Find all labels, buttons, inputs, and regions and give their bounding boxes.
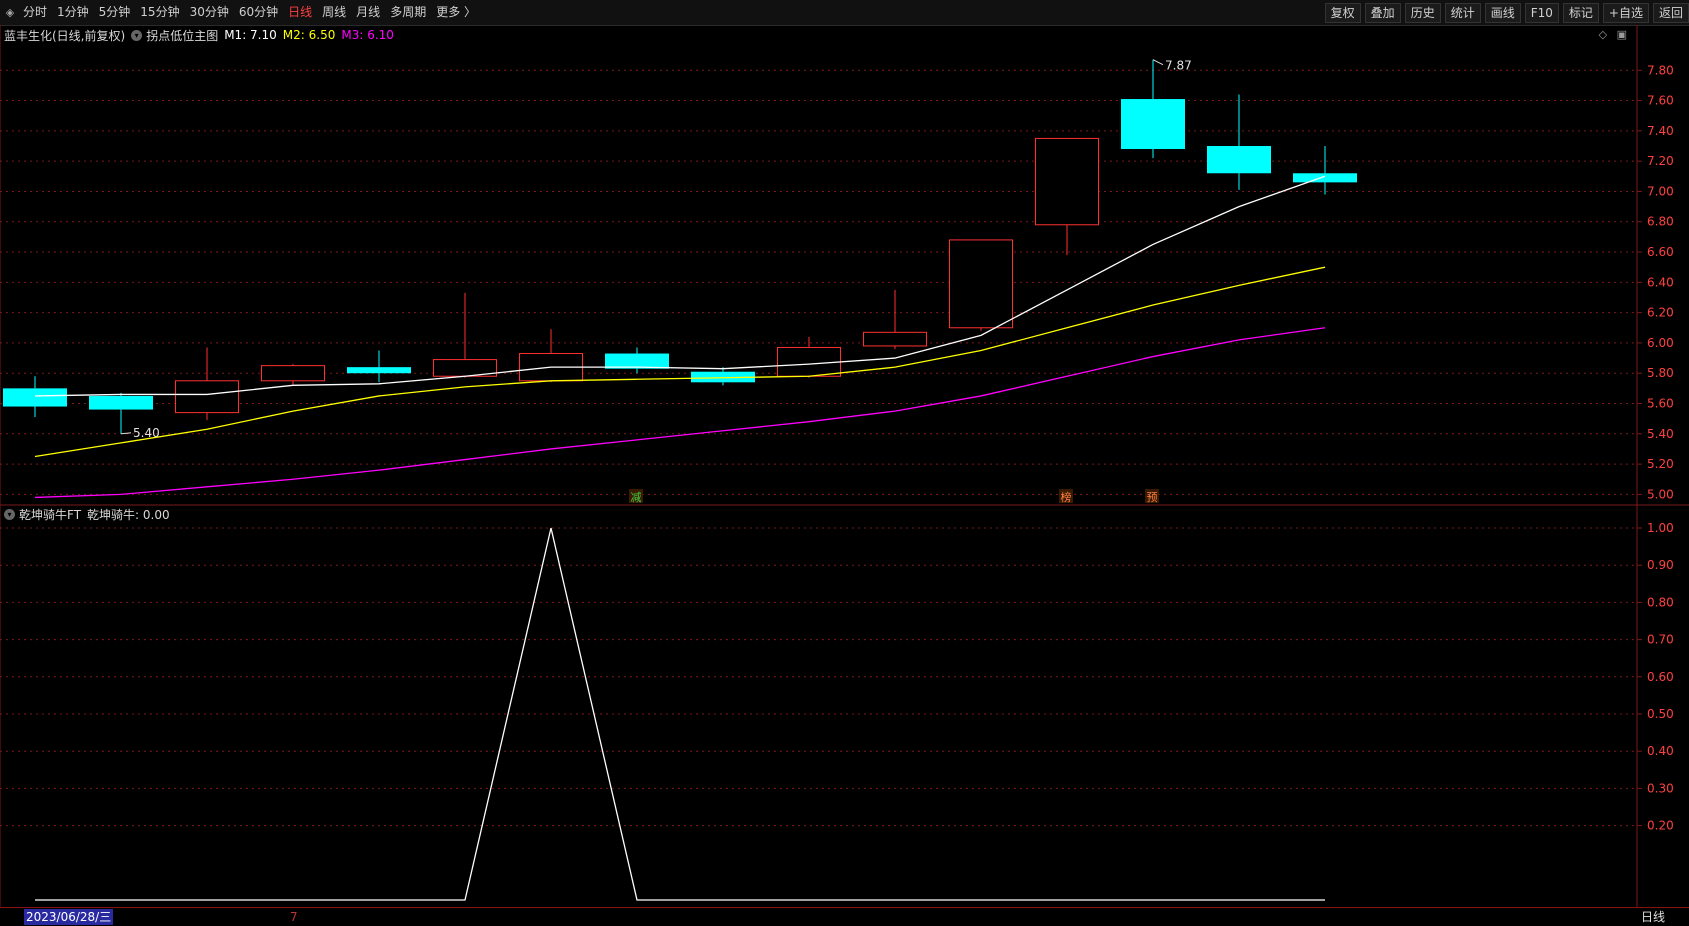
indicator-tick-label: 1.00 [1647,521,1674,535]
low-marker-arrow [120,432,132,435]
candle-down[interactable] [1207,146,1271,174]
candle-up[interactable] [261,365,325,382]
candle-up[interactable] [777,346,841,377]
price-tick-label: 7.80 [1647,63,1674,77]
price-tick-label: 6.20 [1647,306,1674,320]
price-tick-label: 7.00 [1647,184,1674,198]
price-tick-label: 7.40 [1647,124,1674,138]
candle-up[interactable] [175,380,239,414]
price-tick-label: 7.60 [1647,94,1674,108]
signal-label: 减 [631,491,642,504]
indicator-tick-label: 0.30 [1647,781,1674,795]
price-tick-label: 7.20 [1647,154,1674,168]
indicator-tick-label: 0.40 [1647,744,1674,758]
time-axis-tick: 7 [290,910,298,924]
price-tick-label: 6.40 [1647,275,1674,289]
low-price-marker: 5.40 [133,426,160,440]
price-tick-label: 6.60 [1647,245,1674,259]
high-marker-arrow [1152,59,1164,66]
indicator-tick-label: 0.90 [1647,558,1674,572]
m1-line [34,175,1326,397]
high-price-marker: 7.87 [1165,59,1192,73]
price-tick-label: 6.00 [1647,336,1674,350]
date-label: 2023/06/28/三 [24,909,114,925]
candle-down[interactable] [1293,173,1357,183]
candle-down[interactable] [1121,99,1185,150]
candle-up[interactable] [1035,137,1099,226]
sub-chart-panel[interactable]: 0.20 0.30 0.40 0.50 0.60 0.70 0.80 0.90 1.00 [0,521,1674,901]
price-tick-label: 5.20 [1647,457,1674,471]
price-tick-label: 5.40 [1647,427,1674,441]
indicator-tick-label: 0.50 [1647,707,1674,721]
price-tick-label: 5.00 [1647,487,1674,501]
period-label: 日线 [1640,910,1665,924]
indicator-tick-label: 0.20 [1647,819,1674,833]
candle-up[interactable] [863,331,927,347]
indicator-tick-label: 0.70 [1647,633,1674,647]
indicator-tick-label: 0.60 [1647,670,1674,684]
candle-down[interactable] [347,367,411,374]
candle-down[interactable] [89,395,153,410]
candle-down[interactable] [3,388,67,407]
signal-label: 预 [1147,491,1158,504]
candle-down[interactable] [605,353,669,369]
price-tick-label: 5.60 [1647,397,1674,411]
candle-up[interactable] [949,239,1013,329]
status-bar: 2023/06/28/三 7 日线 [0,907,1689,926]
indicator-tick-label: 0.80 [1647,595,1674,609]
chart-canvas[interactable]: 5.00 5.20 5.40 5.60 5.80 6.00 6.20 6.40 6.60 6.80… [0,0,1689,907]
signal-label: 榜 [1061,490,1072,504]
main-chart-panel[interactable]: 5.00 5.20 5.40 5.60 5.80 6.00 6.20 6.40 6.60 6.80… [0,25,1689,907]
price-tick-label: 6.80 [1647,215,1674,229]
price-tick-label: 5.80 [1647,366,1674,380]
